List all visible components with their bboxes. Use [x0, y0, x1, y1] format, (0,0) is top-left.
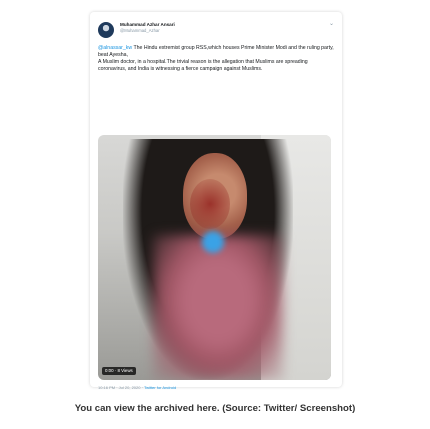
- tweet-text-part: The Hindu extremist group RSS,which hous…: [98, 45, 334, 59]
- video-detail: [190, 179, 230, 229]
- tweet-meta: 10:16 PM · Jul 20, 2020 · Twitter for An…: [98, 385, 176, 390]
- tweet-source-link[interactable]: Twitter for Android: [144, 385, 176, 390]
- image-caption: You can view the archived here. (Source:…: [74, 403, 356, 414]
- tweet-paragraph-2: A Muslim doctor, in a hospital.The trivi…: [98, 59, 308, 73]
- author-handle[interactable]: @Muhammad_Azhar: [120, 28, 160, 33]
- tweet-card: Muhammad Azhar Ansari @Muhammad_Azhar ⌄ …: [90, 12, 342, 390]
- mention-link[interactable]: @alnassar_kw: [98, 45, 132, 51]
- video-player[interactable]: 0:00 · 8 Views: [98, 135, 331, 380]
- video-blur-region: [153, 235, 283, 380]
- tweet-paragraph-1: @alnassar_kw The Hindu extremist group R…: [98, 45, 334, 59]
- tweet-text: @alnassar_kw The Hindu extremist group R…: [98, 45, 334, 73]
- author-name[interactable]: Muhammad Azhar Ansari: [120, 22, 175, 27]
- chevron-down-icon[interactable]: ⌄: [329, 20, 334, 27]
- video-view-badge: 0:00 · 8 Views: [102, 367, 136, 375]
- tweet-timestamp[interactable]: 10:16 PM · Jul 20, 2020 ·: [98, 385, 144, 390]
- avatar[interactable]: [98, 22, 114, 38]
- video-blur-dot: [202, 231, 224, 253]
